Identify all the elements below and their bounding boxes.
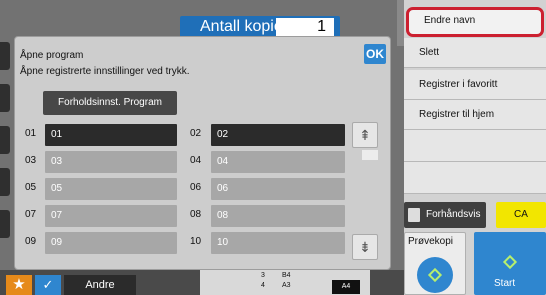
check-button[interactable]: ✓ — [35, 275, 61, 295]
empty-menu-slot — [404, 162, 546, 194]
empty-menu-slot — [404, 130, 546, 162]
rename-button[interactable]: Endre navn — [406, 7, 544, 37]
preview-icon — [408, 208, 420, 222]
program-slot[interactable]: 08 — [211, 205, 345, 227]
program-slot[interactable]: 04 — [211, 151, 345, 173]
slot-number: 08 — [190, 209, 202, 220]
favorite-star-button[interactable]: ★ — [6, 275, 32, 295]
ca-button[interactable]: CA — [496, 202, 546, 228]
tray-size: A3 — [282, 282, 291, 289]
slot-number: 09 — [25, 236, 37, 247]
program-slot[interactable]: 05 — [45, 178, 177, 200]
dialog-title: Åpne program — [20, 50, 84, 61]
slot-number: 10 — [190, 236, 202, 247]
program-slot[interactable]: 06 — [211, 178, 345, 200]
slot-number: 04 — [190, 155, 202, 166]
checkmark-icon: ✓ — [42, 277, 54, 292]
other-button[interactable]: Andre — [64, 275, 136, 295]
double-chevron-up-icon: ⇞ — [359, 127, 371, 143]
scroll-track[interactable] — [362, 150, 378, 160]
register-home-button[interactable]: Registrer til hjem — [404, 100, 546, 130]
start-label: Start — [494, 278, 516, 289]
left-tab-strip — [0, 42, 12, 267]
slot-number: 06 — [190, 182, 202, 193]
left-tab[interactable] — [0, 210, 10, 238]
slot-number: 07 — [25, 209, 37, 220]
double-chevron-down-icon: ⇟ — [359, 239, 371, 255]
left-tab[interactable] — [0, 84, 10, 112]
register-favorite-button[interactable]: Registrer i favoritt — [404, 70, 546, 100]
paper-size-indicator: A4 — [332, 280, 360, 294]
slot-number: 05 — [25, 182, 37, 193]
copies-label: Antall kopier — [200, 18, 289, 35]
program-slot[interactable]: 09 — [45, 232, 177, 254]
tray-number: 3 — [261, 272, 265, 279]
proof-copy-label: Prøvekopi — [408, 236, 454, 247]
slot-number: 03 — [25, 155, 37, 166]
program-slot[interactable]: 02 — [211, 124, 345, 146]
scroll-down-button[interactable]: ⇟ — [352, 234, 378, 260]
delete-button[interactable]: Slett — [404, 38, 546, 68]
scroll-up-button[interactable]: ⇞ — [352, 122, 378, 148]
left-tab[interactable] — [0, 42, 10, 70]
dialog-description: Åpne registrerte innstillinger ved trykk… — [20, 66, 190, 77]
program-settings-button[interactable]: Forholdsinnst. Program — [43, 91, 177, 115]
star-icon: ★ — [12, 276, 26, 293]
program-slot[interactable]: 03 — [45, 151, 177, 173]
left-tab[interactable] — [0, 168, 10, 196]
tray-number: 4 — [261, 282, 265, 289]
copies-input[interactable]: 1 — [276, 18, 334, 36]
tray-size: B4 — [282, 272, 291, 279]
program-slot[interactable]: 10 — [211, 232, 345, 254]
ok-button[interactable]: OK — [364, 44, 386, 64]
slot-number: 02 — [190, 128, 202, 139]
program-slot[interactable]: 01 — [45, 124, 177, 146]
slot-number: 01 — [25, 128, 37, 139]
left-tab[interactable] — [0, 126, 10, 154]
program-slot[interactable]: 07 — [45, 205, 177, 227]
